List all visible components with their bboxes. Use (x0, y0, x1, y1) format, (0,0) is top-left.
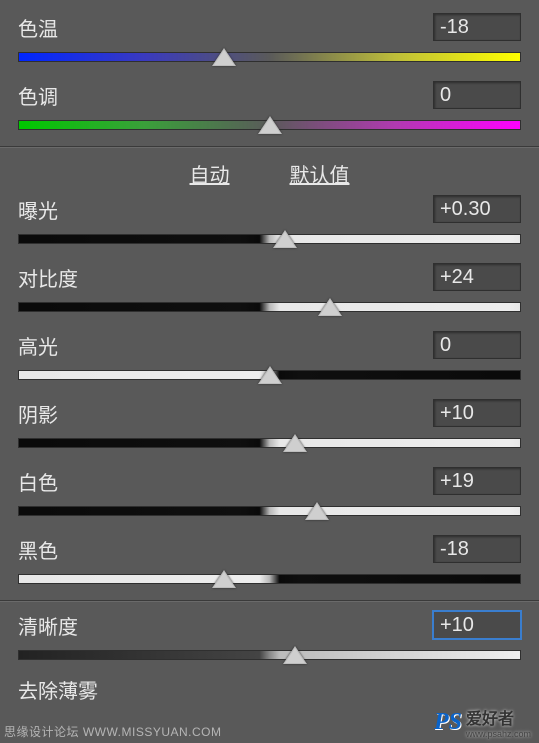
ps-sub: www.psahz.com (466, 730, 531, 739)
shadows-track (18, 438, 521, 448)
temperature-value[interactable] (433, 13, 521, 41)
tint-value[interactable] (433, 81, 521, 109)
whites-value[interactable] (433, 467, 521, 495)
watermark-left: 思缘设计论坛 WWW.MISSYUAN.COM (4, 723, 222, 740)
blacks-slider[interactable] (18, 566, 521, 594)
blacks-track (18, 574, 521, 584)
tint-slider[interactable] (18, 112, 521, 140)
highlights-slider[interactable] (18, 362, 521, 390)
whites-slider[interactable] (18, 498, 521, 526)
whites-label: 白色 (18, 467, 58, 496)
shadows-label: 阴影 (18, 399, 58, 428)
exposure-slider[interactable] (18, 226, 521, 254)
clarity-slider[interactable] (18, 642, 521, 670)
ps-text: 爱好者 (466, 711, 514, 728)
clarity-thumb[interactable] (283, 646, 307, 664)
exposure-track (18, 234, 521, 244)
highlights-value[interactable] (433, 331, 521, 359)
blacks-label: 黑色 (18, 535, 58, 564)
exposure-label: 曝光 (18, 195, 58, 224)
divider (0, 146, 539, 148)
temperature-thumb[interactable] (212, 48, 236, 66)
default-button[interactable]: 默认值 (290, 159, 350, 188)
contrast-value[interactable] (433, 263, 521, 291)
ps-logo: PS (434, 709, 462, 736)
auto-button[interactable]: 自动 (190, 159, 230, 188)
shadows-value[interactable] (433, 399, 521, 427)
dehaze-label: 去除薄雾 (18, 675, 98, 704)
tint-label: 色调 (18, 81, 58, 110)
clarity-track (18, 650, 521, 660)
tint-thumb[interactable] (258, 116, 282, 134)
whites-track (18, 506, 521, 516)
exposure-thumb[interactable] (273, 230, 297, 248)
contrast-slider[interactable] (18, 294, 521, 322)
temperature-slider[interactable] (18, 44, 521, 72)
blacks-value[interactable] (433, 535, 521, 563)
clarity-label: 清晰度 (18, 611, 78, 640)
contrast-label: 对比度 (18, 263, 78, 292)
whites-thumb[interactable] (305, 502, 329, 520)
shadows-thumb[interactable] (283, 434, 307, 452)
highlights-label: 高光 (18, 331, 58, 360)
contrast-thumb[interactable] (318, 298, 342, 316)
shadows-slider[interactable] (18, 430, 521, 458)
divider (0, 600, 539, 602)
blacks-thumb[interactable] (212, 570, 236, 588)
temperature-track (18, 52, 521, 62)
exposure-value[interactable] (433, 195, 521, 223)
watermark-right: PS 爱好者 www.psahz.com (434, 705, 531, 739)
highlights-thumb[interactable] (258, 366, 282, 384)
contrast-track (18, 302, 521, 312)
temperature-label: 色温 (18, 13, 58, 42)
clarity-value[interactable] (433, 611, 521, 639)
